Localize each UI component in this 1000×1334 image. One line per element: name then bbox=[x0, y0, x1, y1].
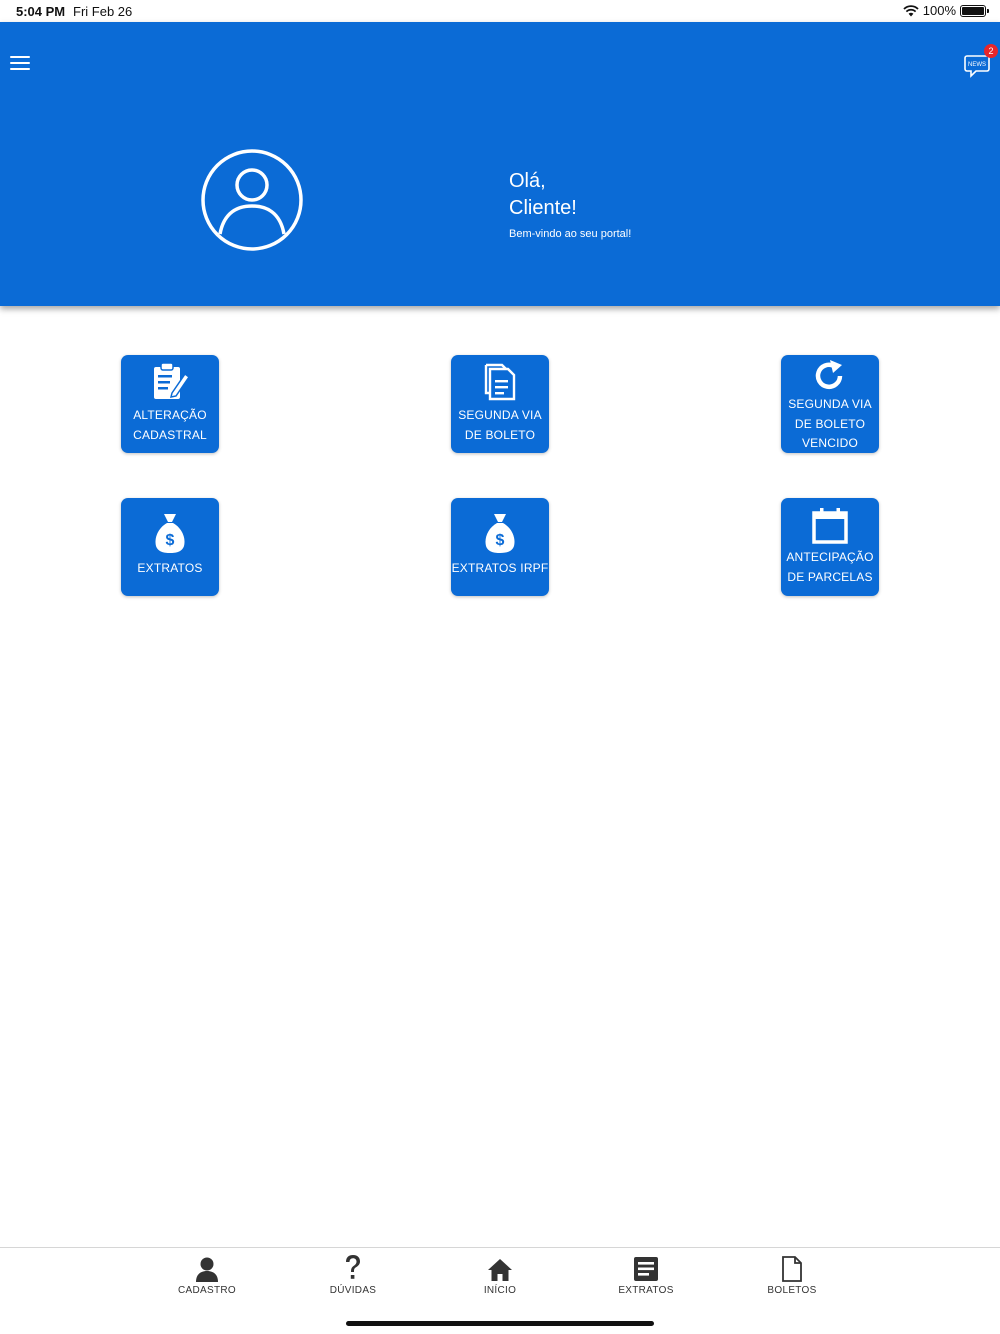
tile-label: ALTERAÇÃO CADASTRAL bbox=[133, 408, 207, 442]
home-icon bbox=[488, 1259, 512, 1281]
tile-extratos[interactable]: $ EXTRATOS bbox=[121, 498, 219, 596]
nav-extratos[interactable]: EXTRATOS bbox=[606, 1252, 686, 1296]
nav-label: CADASTRO bbox=[178, 1285, 236, 1296]
svg-text:$: $ bbox=[496, 532, 505, 549]
menu-button[interactable] bbox=[8, 52, 32, 74]
svg-text:$: $ bbox=[166, 532, 175, 549]
nav-inicio[interactable]: INÍCIO bbox=[460, 1252, 540, 1296]
welcome-subtitle: Bem-vindo ao seu portal! bbox=[509, 228, 632, 240]
greeting-line1: Olá, bbox=[509, 170, 546, 192]
profile-header: NEWS 2 Olá, Cliente! Bem-vindo ao seu po… bbox=[0, 22, 1000, 306]
battery-icon bbox=[960, 4, 989, 17]
calendar-icon bbox=[812, 508, 848, 544]
nav-label: DÚVIDAS bbox=[329, 1285, 377, 1296]
news-text: NEWS bbox=[968, 62, 986, 68]
hamburger-icon bbox=[10, 56, 30, 58]
tile-segunda-via-boleto[interactable]: SEGUNDA VIA DE BOLETO bbox=[451, 355, 549, 453]
wifi-icon bbox=[903, 4, 919, 16]
tile-label: EXTRATOS IRPF bbox=[451, 561, 549, 575]
tile-label: SEGUNDA VIA DE BOLETO bbox=[458, 408, 542, 442]
money-bag-icon: $ bbox=[485, 514, 515, 553]
status-right: 100% bbox=[903, 3, 989, 18]
file-icon bbox=[782, 1256, 802, 1282]
tile-antecipacao-parcelas[interactable]: ANTECIPAÇÃO DE PARCELAS bbox=[781, 498, 879, 596]
refresh-icon bbox=[815, 360, 843, 390]
status-time: 5:04 PM bbox=[16, 4, 66, 19]
tile-segunda-via-boleto-vencido[interactable]: SEGUNDA VIA DE BOLETO VENCIDO bbox=[781, 355, 879, 453]
status-date: Fri Feb 26 bbox=[73, 4, 133, 19]
nav-label: INÍCIO bbox=[483, 1285, 517, 1296]
status-bar: 5:04 PM Fri Feb 26 100% bbox=[0, 0, 1000, 22]
tile-label: SEGUNDA VIA DE BOLETO VENCIDO bbox=[788, 397, 872, 450]
tile-extratos-irpf[interactable]: $ EXTRATOS IRPF bbox=[451, 498, 549, 596]
documents-icon bbox=[484, 363, 516, 401]
list-document-icon bbox=[634, 1257, 658, 1281]
home-indicator[interactable] bbox=[346, 1321, 654, 1326]
nav-label: EXTRATOS bbox=[618, 1285, 674, 1296]
nav-boletos[interactable]: BOLETOS bbox=[752, 1252, 832, 1296]
tile-alteracao-cadastral[interactable]: ALTERAÇÃO CADASTRAL bbox=[121, 355, 219, 453]
battery-percent: 100% bbox=[922, 3, 956, 18]
person-icon bbox=[196, 1257, 218, 1282]
question-icon bbox=[346, 1255, 360, 1279]
notification-badge: 2 bbox=[984, 44, 998, 58]
greeting: Olá, Cliente! Bem-vindo ao seu portal! bbox=[509, 168, 631, 240]
nav-duvidas[interactable]: DÚVIDAS bbox=[313, 1252, 393, 1296]
greeting-line2: Cliente! bbox=[509, 197, 577, 219]
nav-label: BOLETOS bbox=[767, 1285, 817, 1296]
clipboard-edit-icon bbox=[154, 362, 190, 399]
tile-label: EXTRATOS bbox=[137, 561, 203, 575]
money-bag-icon: $ bbox=[155, 514, 185, 553]
avatar-icon[interactable] bbox=[200, 148, 304, 252]
news-button[interactable]: NEWS 2 bbox=[962, 44, 998, 78]
nav-cadastro[interactable]: CADASTRO bbox=[167, 1252, 247, 1296]
tile-label: ANTECIPAÇÃO DE PARCELAS bbox=[786, 550, 874, 584]
